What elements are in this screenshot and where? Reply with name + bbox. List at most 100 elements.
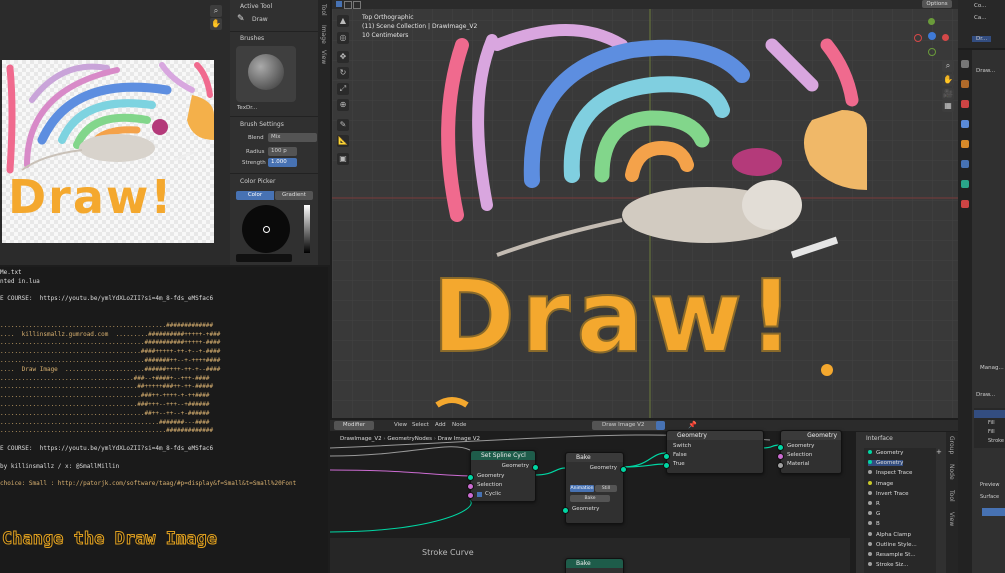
node-bake-2[interactable]: Bake	[565, 558, 624, 573]
material-slot-stroke[interactable]: Stroke	[988, 438, 1004, 444]
interface-item[interactable]: G	[868, 511, 880, 517]
data-props-icon[interactable]	[961, 180, 969, 188]
node-bake[interactable]: Bake Geometry Animation Still Bake Geome…	[562, 452, 627, 524]
zoom-view-icon[interactable]: ⌕	[942, 60, 954, 72]
interface-item[interactable]: Inspect Trace	[868, 470, 912, 476]
cyclic-checkbox[interactable]	[477, 492, 482, 497]
outliner-item-3[interactable]: Dr...	[972, 36, 992, 42]
interface-item[interactable]: Outline Style...	[868, 541, 917, 548]
input-socket-material[interactable]	[777, 462, 784, 469]
color-wheel[interactable]	[242, 205, 290, 253]
side-tab-view[interactable]: View	[948, 512, 955, 526]
interface-item[interactable]: Image	[868, 480, 893, 487]
select-tool-icon[interactable]: ▲	[337, 15, 349, 27]
render-props-icon[interactable]	[961, 80, 969, 88]
manage-label[interactable]: Manag...	[980, 365, 1004, 371]
gradient-tab[interactable]: Gradient	[275, 191, 313, 200]
terminal-line: Me.txt	[0, 269, 22, 276]
interface-item[interactable]: R	[868, 501, 880, 507]
material-props-icon[interactable]	[961, 200, 969, 208]
interface-item-label: Geometry	[876, 450, 904, 456]
side-tab-group[interactable]: Group	[948, 436, 955, 454]
node-set-spline-cyclic[interactable]: Set Spline Cycl Geometry Geometry Select…	[467, 450, 539, 502]
input-socket-false[interactable]	[663, 453, 670, 460]
camera-view-icon[interactable]: 🎥	[942, 88, 954, 100]
side-tab-tool[interactable]: Tool	[320, 4, 327, 16]
mode-icon-2[interactable]	[344, 1, 352, 9]
brushes-header[interactable]: Brushes	[240, 35, 264, 42]
interface-item[interactable]: Alpha Clamp	[868, 531, 911, 538]
surface-selector[interactable]	[982, 508, 1005, 516]
cursor-tool-icon[interactable]: ◎	[337, 32, 349, 44]
output-props-icon[interactable]	[961, 100, 969, 108]
still-toggle[interactable]: Still	[595, 485, 617, 492]
object-props-icon[interactable]	[961, 140, 969, 148]
color-swatch[interactable]	[236, 254, 292, 262]
interface-item[interactable]: B	[868, 521, 880, 527]
transform-tool-icon[interactable]: ⊕	[337, 99, 349, 111]
interface-header[interactable]: Interface	[866, 435, 893, 442]
outliner-item-2[interactable]: Ca...	[974, 15, 986, 21]
move-tool-icon[interactable]: ✥	[337, 51, 349, 63]
navigation-gizmo[interactable]	[912, 18, 952, 58]
interface-item[interactable]: Geometry	[868, 460, 904, 467]
zoom-icon[interactable]: ⌕	[210, 5, 222, 17]
pan-view-icon[interactable]: ✋	[942, 74, 954, 86]
world-props-icon[interactable]	[961, 120, 969, 128]
material-slot-list[interactable]: Fill Fill Stroke	[974, 408, 1005, 448]
color-picker-header[interactable]: Color Picker	[240, 178, 275, 185]
node-switch[interactable]: Geometry Switch False True	[663, 430, 764, 474]
add-socket-icon[interactable]: +	[936, 448, 942, 456]
brush-settings-header[interactable]: Brush Settings	[240, 121, 284, 128]
bake-button[interactable]: Bake	[570, 495, 610, 502]
select-box-icon[interactable]	[336, 1, 342, 7]
modifier-props-icon[interactable]	[961, 160, 969, 168]
side-tab-view[interactable]: View	[320, 50, 327, 64]
interface-item[interactable]: Geometry	[868, 450, 903, 456]
value-slider[interactable]	[304, 205, 310, 253]
material-slot-fill-2[interactable]: Fill	[988, 429, 995, 435]
terminal-line: .......................................#…	[0, 348, 221, 356]
brush-preview[interactable]	[236, 46, 296, 102]
input-socket-selection[interactable]	[467, 483, 474, 490]
input-socket-cyclic[interactable]	[467, 492, 474, 499]
mode-icon-3[interactable]	[353, 1, 361, 9]
rotate-tool-icon[interactable]: ↻	[337, 67, 349, 79]
input-socket-geometry[interactable]	[777, 444, 784, 451]
color-tab[interactable]: Color	[236, 191, 274, 200]
output-socket[interactable]	[620, 466, 627, 473]
tool-props-icon[interactable]	[961, 60, 969, 68]
interface-item[interactable]: Invert Trace	[868, 490, 909, 497]
active-tool-header[interactable]: Active Tool	[240, 3, 272, 10]
blend-select[interactable]: Mix	[268, 133, 317, 142]
interface-item[interactable]: Stroke Siz...	[868, 562, 908, 568]
measure-tool-icon[interactable]: 📐	[337, 135, 349, 147]
annotate-tool-icon[interactable]: ✎	[337, 119, 349, 131]
material-slot-fill[interactable]: Fill	[988, 420, 995, 426]
side-tab-node[interactable]: Node	[948, 464, 955, 480]
outliner-item-1[interactable]: Co...	[974, 3, 986, 9]
add-cube-tool-icon[interactable]: ▣	[337, 153, 349, 165]
input-socket-true[interactable]	[663, 462, 670, 469]
image-canvas[interactable]: Draw!	[2, 60, 214, 243]
brush-name[interactable]: TexDr...	[237, 105, 257, 111]
input-socket-selection[interactable]	[777, 453, 784, 460]
input-socket-geometry[interactable]	[562, 507, 569, 514]
output-socket[interactable]	[532, 464, 539, 471]
animation-toggle[interactable]: Animation	[570, 485, 594, 492]
scale-tool-icon[interactable]: ⤢	[337, 83, 349, 95]
interface-item[interactable]: Resample St...	[868, 552, 916, 558]
side-tab-image[interactable]: Image	[320, 25, 327, 44]
options-button[interactable]: Options	[922, 0, 952, 8]
3d-viewport[interactable]: Draw! Top Orthographic (11) Scene Collec…	[332, 0, 958, 418]
grid-view-icon[interactable]: ▦	[942, 100, 954, 112]
terminal-line: ........................................…	[0, 409, 210, 417]
node-set-material[interactable]: Geometry Geometry Selection Material	[777, 430, 842, 474]
input-socket-geometry[interactable]	[467, 474, 474, 481]
surface-panel-header[interactable]: Surface	[980, 494, 999, 500]
hand-icon[interactable]: ✋	[210, 18, 222, 30]
preview-panel-header[interactable]: Preview	[980, 482, 999, 488]
strength-field[interactable]: 1.000	[268, 158, 297, 167]
radius-field[interactable]: 100 p	[268, 147, 297, 156]
side-tab-tool[interactable]: Tool	[948, 490, 955, 502]
